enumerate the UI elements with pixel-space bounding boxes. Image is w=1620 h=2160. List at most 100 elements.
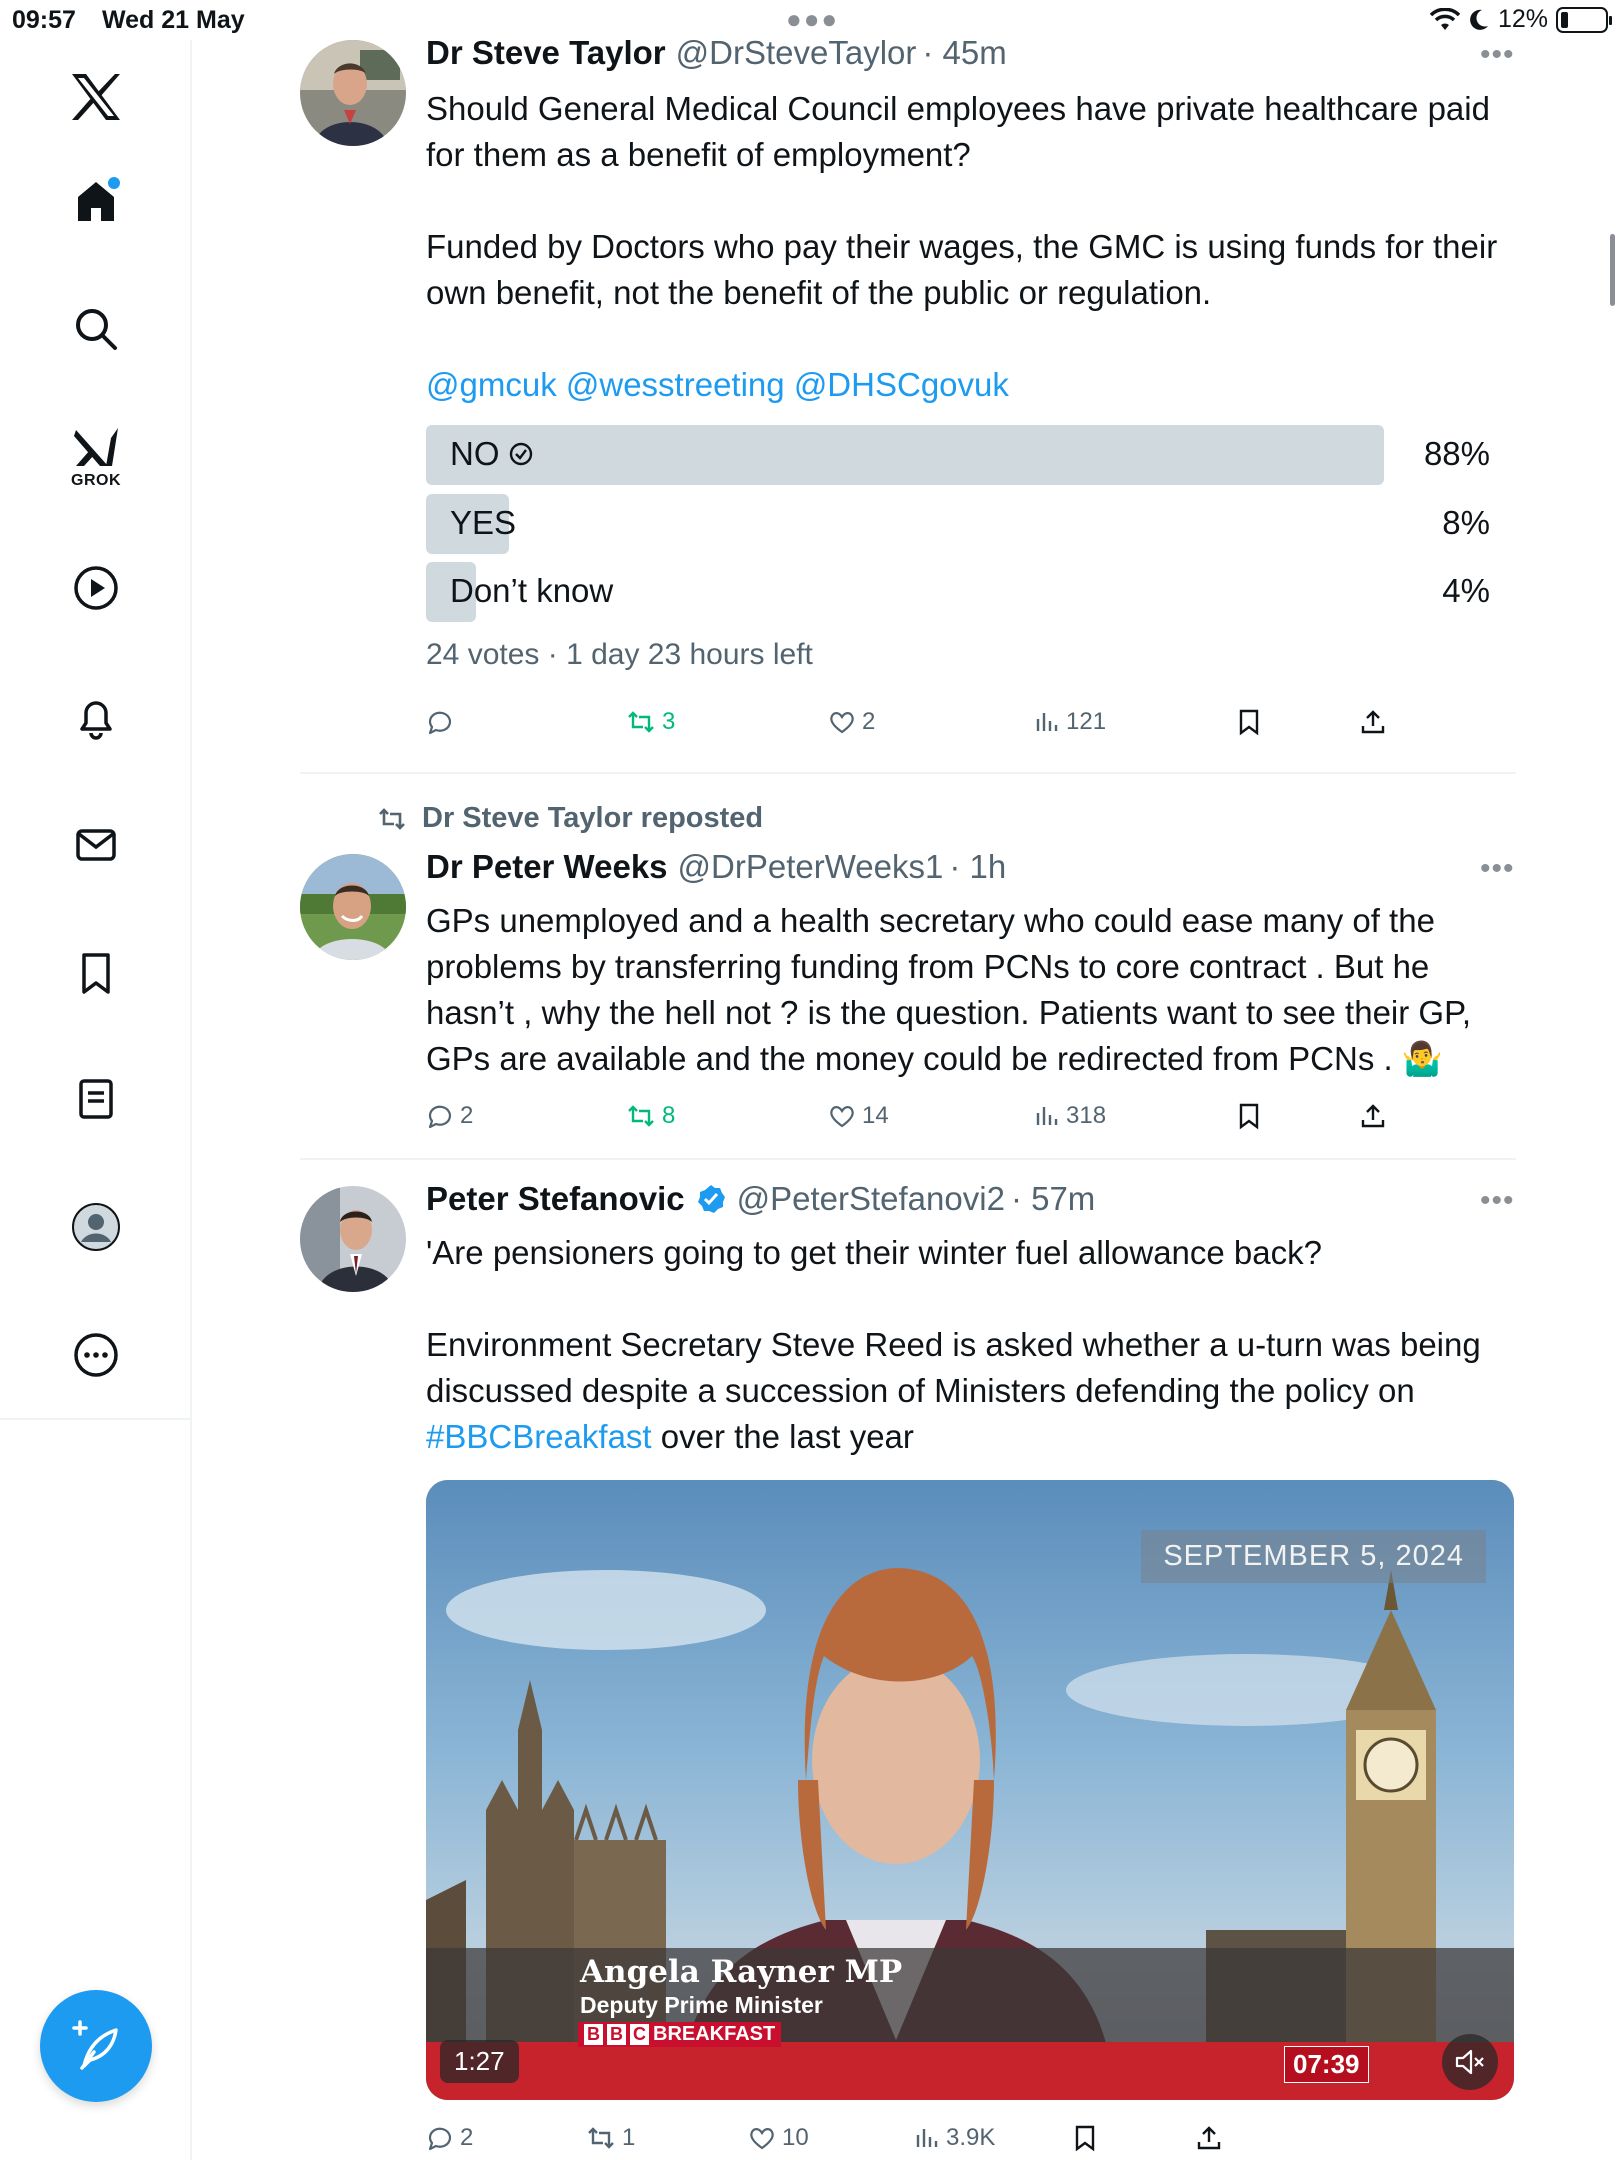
- reply-icon: [428, 711, 452, 735]
- repost-context-text: Dr Steve Taylor reposted: [422, 802, 764, 834]
- x-logo-icon[interactable]: [51, 52, 141, 142]
- status-date: Wed 21 May: [102, 6, 245, 34]
- avatar-peter-weeks[interactable]: [300, 854, 406, 960]
- author-name[interactable]: Dr Steve Taylor: [426, 34, 666, 72]
- bbc-letter: C: [630, 2024, 649, 2045]
- bookmark-icon: [1239, 709, 1259, 736]
- search-icon: [76, 309, 117, 350]
- play-circle-icon: [74, 566, 118, 610]
- mention-wesstreeting[interactable]: @wesstreeting: [566, 366, 785, 403]
- post-time[interactable]: · 1h: [949, 848, 1006, 886]
- avatar-steve-taylor[interactable]: [300, 40, 406, 146]
- share-button[interactable]: [1196, 2118, 1222, 2158]
- video-player[interactable]: SEPTEMBER 5, 2024 Angela Rayner MP Deput…: [426, 1480, 1514, 2100]
- list-document-icon: [79, 1079, 113, 1119]
- more-options-icon[interactable]: •••: [1480, 38, 1515, 72]
- status-time: 09:57: [12, 6, 76, 34]
- share-button[interactable]: [1360, 1096, 1386, 1136]
- author-handle[interactable]: @PeterStefanovi2: [737, 1180, 1005, 1218]
- bookmark-button[interactable]: [1236, 702, 1262, 742]
- compose-feather-icon: [72, 2020, 118, 2070]
- views-bar-chart-icon: [1036, 1107, 1058, 1125]
- tweet-3-text-1: 'Are pensioners going to get their winte…: [426, 1234, 1322, 1271]
- author-handle[interactable]: @DrPeterWeeks1: [678, 848, 944, 886]
- mention-dhscgovuk[interactable]: @DHSCgovuk: [794, 366, 1009, 403]
- tweet-3-text-3: over the last year: [651, 1418, 914, 1455]
- reply-icon: [428, 1105, 452, 1129]
- views-count: 3.9K: [946, 2124, 996, 2151]
- multitasking-dots-icon[interactable]: ●●●: [786, 4, 839, 35]
- bell-icon: [80, 701, 112, 740]
- envelope-icon: [76, 829, 116, 861]
- reply-button[interactable]: 2: [426, 2118, 473, 2158]
- poll-pct-no: 88%: [1423, 435, 1490, 472]
- sidebar-item-messages[interactable]: [51, 800, 141, 890]
- tweet-3-actions: 2 1 10 3.9K: [426, 2118, 1496, 2158]
- poll-option-label: NO: [450, 435, 534, 473]
- reply-count: 2: [460, 2124, 474, 2151]
- sidebar-divider: [0, 1418, 192, 1420]
- avatar-peter-stefanovic[interactable]: [300, 1186, 406, 1292]
- post-time[interactable]: · 45m: [922, 34, 1006, 72]
- views-button[interactable]: 121: [1034, 702, 1106, 742]
- repost-button[interactable]: 1: [586, 2118, 635, 2158]
- author-name[interactable]: Peter Stefanovic: [426, 1180, 685, 1218]
- mention-gmcuk[interactable]: @gmcuk: [426, 366, 557, 403]
- post-time[interactable]: · 57m: [1011, 1180, 1095, 1218]
- views-bar-chart-icon: [916, 2129, 938, 2147]
- like-button[interactable]: 14: [828, 1096, 889, 1136]
- views-button[interactable]: 318: [1034, 1096, 1106, 1136]
- repost-context[interactable]: Dr Steve Taylor reposted: [376, 802, 763, 835]
- compose-post-button[interactable]: [40, 1990, 152, 2102]
- like-button[interactable]: 10: [748, 2118, 809, 2158]
- like-button[interactable]: 2: [828, 702, 875, 742]
- more-options-icon[interactable]: •••: [1480, 1184, 1515, 1218]
- tweet-1-header: Dr Steve Taylor @DrSteveTaylor · 45m: [426, 34, 1007, 72]
- share-button[interactable]: [1360, 702, 1386, 742]
- sidebar-item-notifications[interactable]: [51, 672, 141, 762]
- grok-icon: [74, 428, 118, 466]
- repost-icon: [628, 711, 654, 733]
- tweet-1-text-2: Funded by Doctors who pay their wages, t…: [426, 228, 1498, 311]
- repost-button[interactable]: 3: [626, 702, 675, 742]
- poll-option-no[interactable]: NO 88%: [426, 425, 1490, 485]
- heart-icon: [830, 1106, 854, 1128]
- poll-label-no: NO: [450, 435, 500, 472]
- sidebar-item-more[interactable]: [51, 1310, 141, 1400]
- tweet-separator: [300, 772, 1516, 774]
- repost-button[interactable]: 8: [626, 1096, 675, 1136]
- scrollbar-thumb[interactable]: [1610, 234, 1615, 306]
- profile-avatar-icon: [72, 1203, 120, 1251]
- sidebar-item-home[interactable]: [51, 156, 141, 246]
- sidebar-item-video[interactable]: [51, 543, 141, 633]
- views-count: 318: [1066, 1102, 1107, 1129]
- tweet-2-header: Dr Peter Weeks @DrPeterWeeks1 · 1h: [426, 848, 1006, 886]
- bookmark-button[interactable]: [1236, 1096, 1262, 1136]
- repost-icon: [379, 807, 405, 830]
- lower-third-name: Angela Rayner MP: [580, 1954, 903, 1990]
- tweet-1-actions: 3 2 121: [426, 702, 1496, 742]
- poll-option-yes[interactable]: YES 8%: [426, 494, 1490, 554]
- sidebar-item-grok[interactable]: GROK: [51, 413, 141, 503]
- author-name[interactable]: Dr Peter Weeks: [426, 848, 668, 886]
- video-date-badge: SEPTEMBER 5, 2024: [1141, 1530, 1486, 1583]
- views-button[interactable]: 3.9K: [914, 2118, 995, 2158]
- hashtag-bbcbreakfast[interactable]: #BBCBreakfast: [426, 1418, 652, 1455]
- like-count: 10: [782, 2124, 809, 2151]
- reply-button[interactable]: 2: [426, 1096, 473, 1136]
- poll-option-dont-know[interactable]: Don’t know 4%: [426, 562, 1490, 622]
- bbc-letter: B: [607, 2024, 626, 2045]
- tweet-3-text-2-main: Environment Secretary Steve Reed is aske…: [426, 1326, 1481, 1409]
- bookmark-button[interactable]: [1072, 2118, 1098, 2158]
- sidebar-item-profile[interactable]: [51, 1182, 141, 1272]
- reply-button[interactable]: [426, 702, 460, 742]
- sidebar-item-bookmarks[interactable]: [51, 928, 141, 1018]
- repost-count: 3: [662, 708, 676, 735]
- author-handle[interactable]: @DrSteveTaylor: [676, 34, 917, 72]
- sidebar-item-lists[interactable]: [51, 1054, 141, 1144]
- more-options-icon[interactable]: •••: [1480, 852, 1515, 886]
- bookmark-icon: [1239, 1103, 1259, 1130]
- mute-button[interactable]: [1442, 2034, 1498, 2090]
- repost-count: 1: [622, 2124, 636, 2151]
- sidebar-item-search[interactable]: [51, 284, 141, 374]
